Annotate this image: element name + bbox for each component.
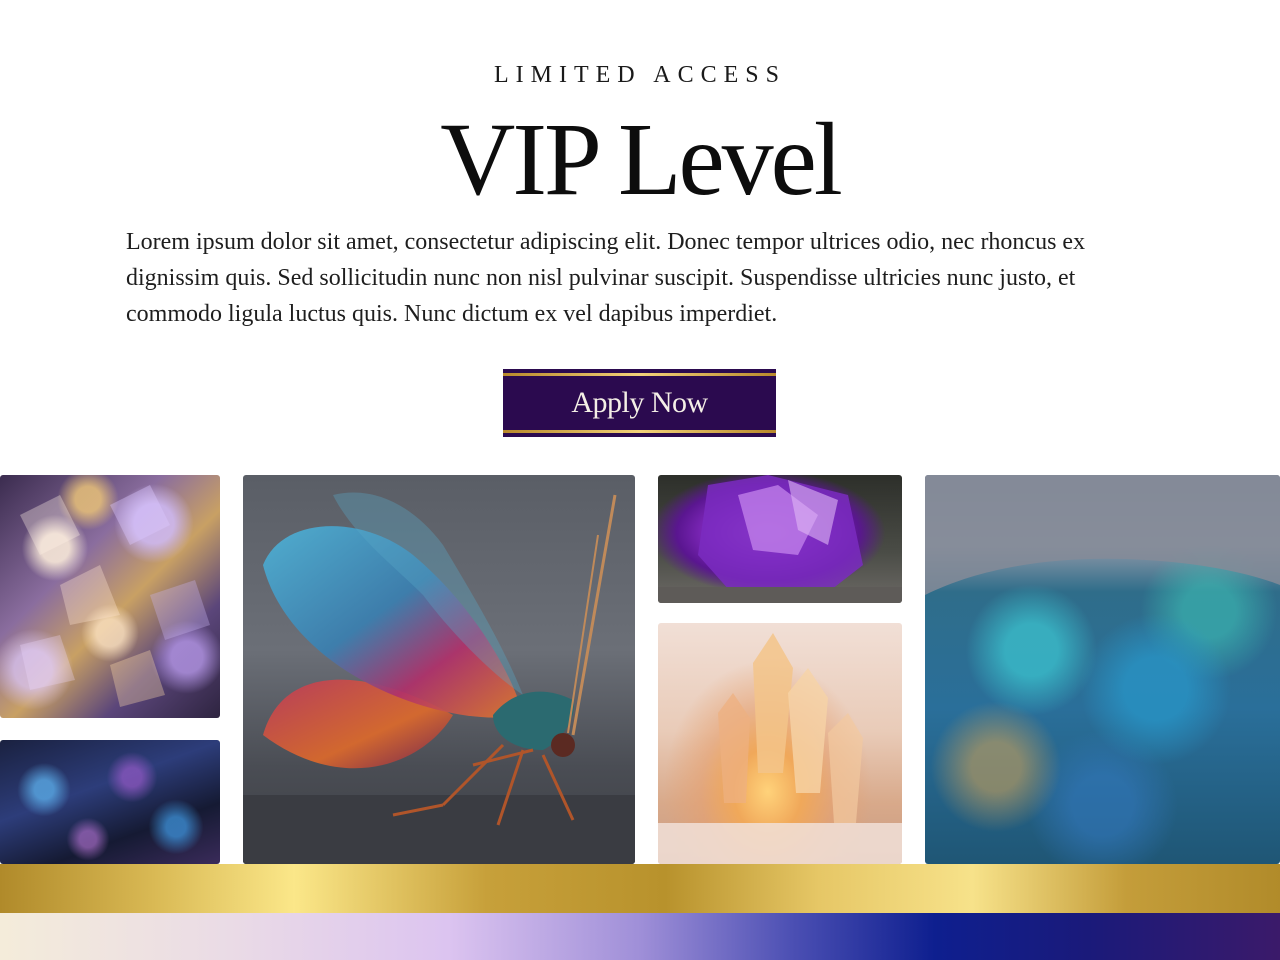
hero-description: Lorem ipsum dolor sit amet, consectetur … [126, 229, 1086, 327]
blue-ore-image [925, 475, 1280, 595]
hero-section: LIMITED ACCESS VIP Level Lorem ipsum dol… [0, 0, 1280, 470]
gallery-image-quartz [658, 623, 902, 864]
gallery-image-blue-mineral [0, 740, 220, 864]
eyebrow-label: LIMITED ACCESS [493, 62, 786, 88]
gallery-image-crystal-shards [0, 475, 220, 718]
gradient-decorative-band [0, 913, 1280, 960]
quartz-image [658, 633, 902, 864]
insect-image [243, 492, 635, 864]
crystal-shards-image [20, 485, 210, 707]
gold-decorative-band [0, 864, 1280, 913]
gallery-image-blue-ore [925, 475, 1280, 864]
gallery-image-amethyst [658, 475, 902, 603]
page-title: VIP Level [440, 102, 842, 217]
apply-now-button[interactable]: Apply Now [503, 369, 776, 437]
amethyst-image [658, 475, 902, 603]
apply-now-label: Apply Now [571, 386, 708, 419]
gallery-image-insect [243, 475, 635, 864]
